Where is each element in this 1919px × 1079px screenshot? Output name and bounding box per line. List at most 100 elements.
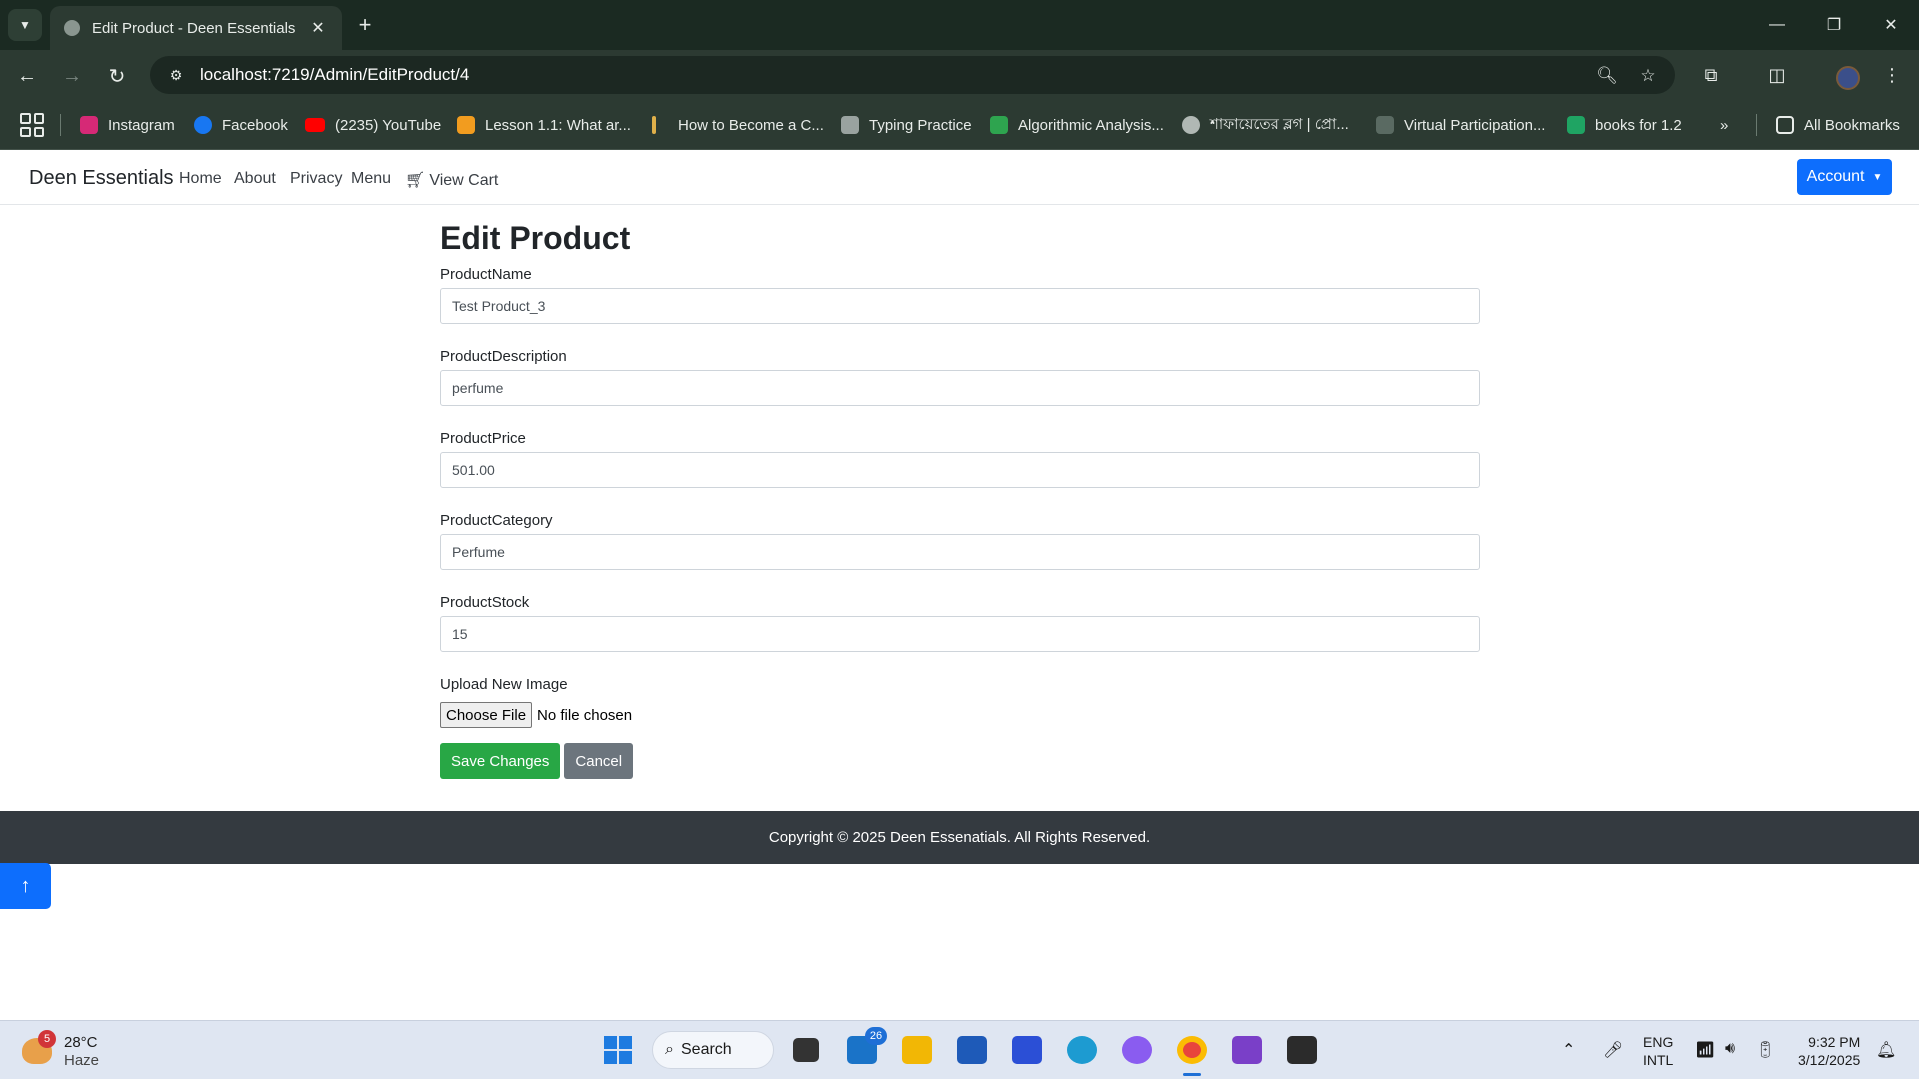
lesson-site-icon [457,116,475,134]
wifi-icon[interactable]: 📶︎ [1695,1040,1715,1060]
bookmark-label: Algorithmic Analysis... [1018,116,1164,134]
restore-button[interactable]: ❐ [1814,10,1854,40]
bookmark-youtube[interactable]: (2235) YouTube [305,113,441,137]
site-navbar: Deen Essentials Home About Privacy Menu … [0,150,1919,205]
chevron-up-icon[interactable]: ⌃ [1562,1040,1575,1060]
temperature: 28°C [64,1034,98,1051]
tab-search-button[interactable]: ▼ [8,9,42,41]
view-cart-label: View Cart [429,172,499,189]
visual-studio-app[interactable] [1230,1033,1264,1067]
taskbar-search[interactable]: ⌕ Search [652,1031,774,1069]
facebook-icon [194,116,212,134]
bookmark-algorithmic[interactable]: Algorithmic Analysis... [990,113,1164,137]
search-icon: ⌕ [665,1041,674,1058]
field-product-description: ProductDescription [440,344,1480,406]
product-description-input[interactable] [440,370,1480,406]
edge-app[interactable] [1065,1033,1099,1067]
weather-condition: Haze [64,1052,100,1069]
forward-button[interactable]: → [57,61,87,91]
bookmark-facebook[interactable]: Facebook [194,113,288,137]
scroll-to-top-button[interactable]: ↑ [0,863,51,909]
nav-home[interactable]: Home [179,170,222,188]
bookmark-instagram[interactable]: Instagram [80,113,175,137]
active-indicator [1183,1073,1201,1076]
nav-about[interactable]: About [234,170,276,188]
brand-link[interactable]: Deen Essentials [29,167,174,190]
bookmark-blog[interactable]: শাফায়েতের ব্লগ | প্রো... [1182,113,1349,137]
bookmark-label: শাফায়েতের ব্লগ | প্রো... [1210,115,1349,133]
copilot-app[interactable] [1120,1033,1154,1067]
file-explorer-app[interactable] [900,1033,934,1067]
more-menu-icon[interactable]: ⋮ [1878,61,1906,89]
cancel-button[interactable]: Cancel [564,743,634,779]
bookmark-virtual[interactable]: Virtual Participation... [1376,113,1545,137]
bookmark-divider [1756,114,1757,136]
url-text: localhost:7219/Admin/EditProduct/4 [200,65,470,84]
vscode-app[interactable] [1010,1033,1044,1067]
globe-icon [1182,116,1200,134]
store-app[interactable] [955,1033,989,1067]
nav-view-cart[interactable]: 🛒︎ View Cart [405,170,498,190]
bookmark-become[interactable]: How to Become a C... [652,113,824,137]
tab-strip: ▼ Edit Product - Deen Essentials ✕ + — ❐… [0,0,1919,50]
volume-icon[interactable]: 🔊︎ [1725,1040,1735,1058]
file-input: Choose File No file chosen [440,702,1480,728]
close-icon[interactable]: ✕ [308,18,328,38]
form-actions: Save Changes Cancel [440,743,1480,779]
task-view-button[interactable] [789,1033,823,1067]
weather-badge: 5 [38,1030,56,1048]
product-category-input[interactable] [440,534,1480,570]
start-button[interactable] [601,1033,635,1067]
language-indicator[interactable]: ENG INTL [1643,1033,1673,1069]
bookmark-label: Facebook [222,116,288,134]
all-bookmarks-button[interactable]: All Bookmarks [1776,113,1900,137]
time: 9:32 PM [1808,1034,1861,1050]
bookmark-label: Lesson 1.1: What ar... [485,116,631,134]
zoom-icon[interactable]: 🔍︎ [1595,64,1619,88]
caret-down-icon: ▼ [1872,171,1883,183]
bookmark-site-icon [1376,116,1394,134]
product-price-input[interactable] [440,452,1480,488]
double-chevron-right-icon: » [1720,116,1729,134]
site-info-icon[interactable]: ⚙ [164,63,188,87]
clock[interactable]: 9:32 PM 3/12/2025 [1798,1033,1860,1069]
algorithm-site-icon [990,116,1008,134]
chrome-app[interactable] [1175,1033,1209,1076]
terminal-app[interactable] [1285,1033,1319,1067]
field-label: ProductStock [440,594,530,611]
close-window-button[interactable]: ✕ [1871,10,1911,40]
profile-avatar[interactable] [1836,66,1860,90]
field-label: Upload New Image [440,676,568,693]
restore-icon: ❐ [1826,17,1842,34]
account-dropdown-button[interactable]: Account ▼ [1797,159,1892,195]
chrome-icon [1177,1036,1207,1064]
extensions-icon[interactable]: ⧉ [1697,61,1725,89]
back-button[interactable]: ← [12,61,42,91]
minimize-button[interactable]: — [1757,10,1797,40]
mail-app[interactable]: 26 [845,1027,887,1067]
active-tab[interactable]: Edit Product - Deen Essentials ✕ [50,6,342,50]
bookmark-books[interactable]: books for 1.2 [1567,113,1682,137]
reload-button[interactable]: ↻ [102,61,132,91]
star-icon[interactable]: ☆ [1636,64,1660,88]
bookmark-typing[interactable]: Typing Practice [841,113,972,137]
save-changes-button[interactable]: Save Changes [440,743,561,779]
field-label: ProductPrice [440,430,526,447]
new-tab-button[interactable]: + [352,12,378,38]
apps-icon[interactable] [20,113,44,137]
nav-privacy[interactable]: Privacy [290,170,342,188]
bookmarks-overflow-button[interactable]: » [1720,113,1728,137]
product-name-input[interactable] [440,288,1480,324]
weather-widget[interactable]: 5 28°C Haze [22,1030,142,1072]
screenshot-icon[interactable]: ◫ [1763,61,1791,89]
choose-file-button[interactable]: Choose File [440,702,533,728]
battery-icon[interactable]: 🔋︎ [1755,1040,1775,1060]
file-status-text: No file chosen [537,706,633,724]
address-bar[interactable]: ⚙ localhost:7219/Admin/EditProduct/4 🔍︎ … [150,56,1675,94]
notification-icon[interactable]: 🔔︎ [1876,1040,1896,1060]
nav-menu[interactable]: Menu [351,170,391,188]
bookmark-lesson[interactable]: Lesson 1.1: What ar... [457,113,631,137]
browser-toolbar: ← → ↻ ⚙ localhost:7219/Admin/EditProduct… [0,50,1919,100]
product-stock-input[interactable] [440,616,1480,652]
microphone-icon[interactable]: 🎤︎ [1603,1040,1623,1060]
